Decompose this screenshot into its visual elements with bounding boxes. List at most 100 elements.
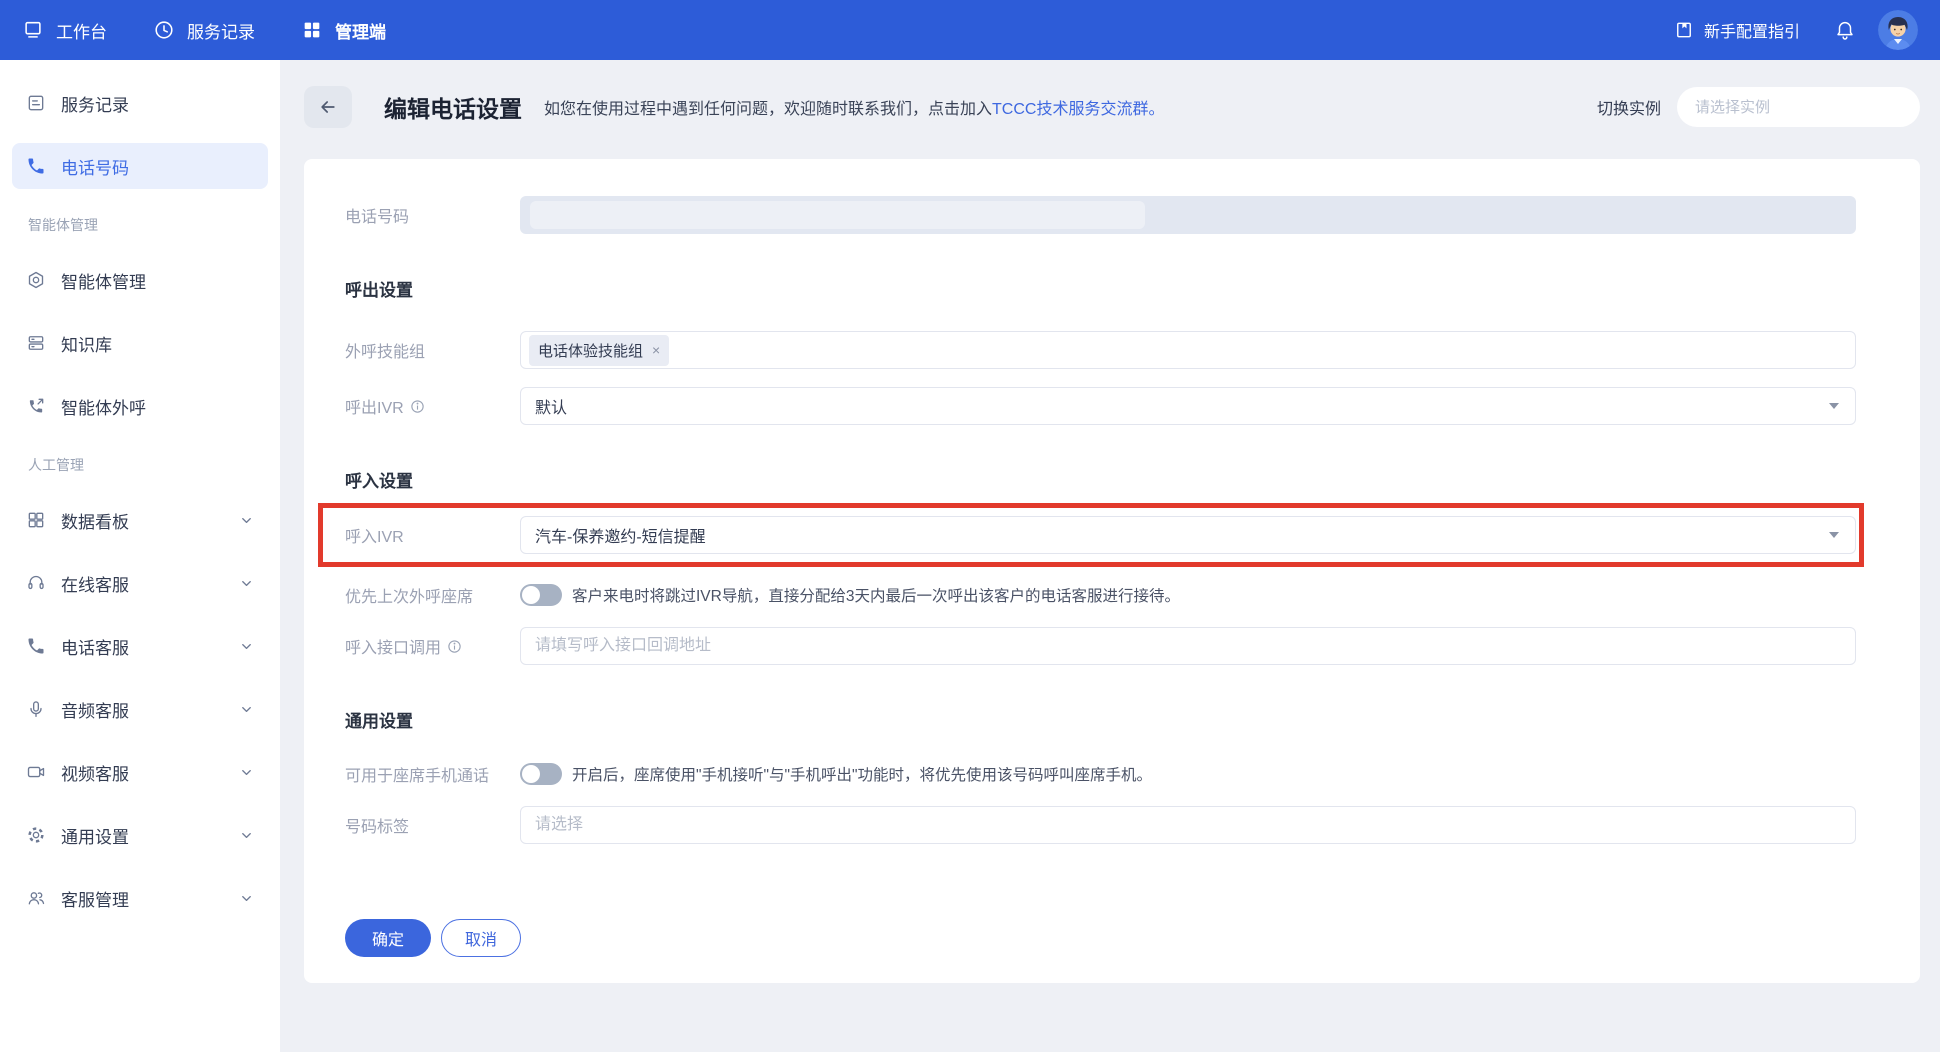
top-navbar: 工作台 服务记录 管理端 新手配置指引 — [0, 0, 1940, 60]
main-content: 编辑电话设置 如您在使用过程中遇到任何问题，欢迎随时联系我们，点击加入TCCC技… — [280, 60, 1940, 1052]
chevron-down-icon — [1829, 532, 1839, 538]
gear-icon — [28, 827, 44, 843]
chevron-down-icon — [239, 576, 254, 591]
confirm-button[interactable]: 确定 — [345, 919, 432, 957]
sidebar-item-label: 数据看板 — [61, 512, 129, 532]
outbound-ivr-value: 默认 — [535, 400, 568, 417]
sidebar-item-service-records[interactable]: 服务记录 — [12, 80, 268, 126]
outbound-skill-group-row: 外呼技能组 电话体验技能组 × — [345, 331, 1856, 369]
page-header: 编辑电话设置 如您在使用过程中遇到任何问题，欢迎随时联系我们，点击加入TCCC技… — [304, 85, 1920, 129]
grid-icon — [301, 19, 323, 41]
mobile-call-toggle[interactable] — [520, 763, 562, 785]
chevron-down-icon — [239, 702, 254, 717]
general-settings-title: 通用设置 — [345, 712, 413, 731]
tccc-group-link[interactable]: TCCC技术服务交流群。 — [992, 101, 1164, 118]
chevron-down-icon — [1829, 403, 1839, 409]
prefer-last-agent-toggle[interactable] — [520, 584, 562, 606]
mobile-call-label: 可用于座席手机通话 — [345, 768, 490, 785]
sidebar-item-knowledge-base[interactable]: 知识库 — [12, 320, 268, 366]
beginner-guide-label: 新手配置指引 — [1703, 24, 1800, 41]
sidebar-item-audio-service[interactable]: 音频客服 — [12, 686, 268, 732]
number-tag-label: 号码标签 — [345, 819, 410, 836]
inbound-ivr-highlight-box: 呼入IVR 汽车-保养邀约-短信提醒 — [318, 503, 1864, 567]
inbound-callback-label-text: 呼入接口调用 — [345, 640, 442, 657]
outbound-ivr-label: 呼出IVR — [345, 394, 520, 418]
sidebar-group-label: 智能体管理 — [28, 217, 98, 233]
phone-number-label: 电话号码 — [345, 209, 410, 226]
info-icon — [447, 639, 462, 654]
nav-item-service-records[interactable]: 服务记录 — [153, 18, 255, 43]
nav-item-admin[interactable]: 管理端 — [301, 18, 386, 43]
inbound-callback-label: 呼入接口调用 — [345, 634, 520, 658]
outbound-ivr-row: 呼出IVR 默认 — [345, 387, 1856, 425]
dashboard-icon — [28, 512, 44, 528]
info-icon — [410, 399, 425, 414]
phone-number-field — [520, 196, 1856, 234]
phone-number-row: 电话号码 — [345, 196, 1856, 234]
sidebar-item-phone-service[interactable]: 电话客服 — [12, 623, 268, 669]
guide-book-icon — [1674, 20, 1694, 40]
sidebar: 服务记录 电话号码 智能体管理 智能体管理 知识库 智能体外呼 人工管理 数据看… — [0, 60, 280, 1052]
sidebar-item-label: 知识库 — [61, 335, 112, 355]
page-subtitle-text: 如您在使用过程中遇到任何问题，欢迎随时联系我们，点击加入 — [544, 101, 993, 118]
cancel-button[interactable]: 取消 — [441, 919, 522, 957]
back-button[interactable] — [304, 86, 352, 128]
sidebar-item-data-dashboard[interactable]: 数据看板 — [12, 497, 268, 543]
sidebar-item-label: 通用设置 — [61, 827, 129, 847]
remove-tag-icon[interactable]: × — [652, 343, 660, 357]
user-avatar[interactable] — [1878, 10, 1918, 50]
phone-out-icon — [29, 398, 44, 413]
switch-instance-select[interactable] — [1677, 87, 1920, 127]
inbound-ivr-select[interactable]: 汽车-保养邀约-短信提醒 — [520, 516, 1856, 554]
sidebar-item-label: 智能体管理 — [61, 272, 146, 292]
chevron-down-icon — [239, 891, 254, 906]
switch-instance: 切换实例 — [1597, 87, 1920, 127]
sidebar-item-agent-management[interactable]: 智能体管理 — [12, 257, 268, 303]
number-tag-row: 号码标签 — [345, 806, 1856, 844]
skill-group-tag-label: 电话体验技能组 — [538, 342, 644, 360]
outbound-skill-group-label: 外呼技能组 — [345, 344, 426, 361]
workbench-icon — [22, 19, 44, 41]
settings-card: 电话号码 呼出设置 外呼技能组 电话体验技能组 × 呼出IVR 默认 呼入设置 … — [304, 159, 1920, 983]
sidebar-item-video-service[interactable]: 视频客服 — [12, 749, 268, 795]
outbound-ivr-label-text: 呼出IVR — [345, 400, 404, 417]
mic-icon — [30, 701, 42, 717]
inbound-ivr-label: 呼入IVR — [345, 529, 404, 546]
chevron-down-icon — [239, 639, 254, 654]
inbound-ivr-row: 呼入IVR 汽车-保养邀约-短信提醒 — [345, 516, 1856, 554]
sidebar-item-agent-outbound[interactable]: 智能体外呼 — [12, 383, 268, 429]
phone-icon — [28, 638, 44, 654]
nav-item-workbench[interactable]: 工作台 — [22, 18, 107, 43]
inbound-ivr-value: 汽车-保养邀约-短信提醒 — [535, 529, 706, 546]
page-title: 编辑电话设置 — [384, 96, 522, 122]
sidebar-item-online-service[interactable]: 在线客服 — [12, 560, 268, 606]
beginner-guide-button[interactable]: 新手配置指引 — [1674, 18, 1800, 42]
sidebar-item-label: 客服管理 — [61, 890, 129, 910]
number-tag-input[interactable] — [520, 806, 1856, 844]
clock-icon — [153, 19, 175, 41]
sidebar-item-label: 视频客服 — [61, 764, 129, 784]
sidebar-item-phone-numbers[interactable]: 电话号码 — [12, 143, 268, 189]
page-subtitle: 如您在使用过程中遇到任何问题，欢迎随时联系我们，点击加入TCCC技术服务交流群。 — [544, 95, 1164, 119]
sidebar-item-general-settings[interactable]: 通用设置 — [12, 812, 268, 858]
nav-item-label: 服务记录 — [187, 22, 255, 42]
sidebar-item-label: 电话号码 — [61, 158, 129, 178]
sidebar-item-agent-admin[interactable]: 客服管理 — [12, 875, 268, 921]
mobile-call-desc: 开启后，座席使用"手机接听"与"手机呼出"功能时，将优先使用该号码呼叫座席手机。 — [572, 767, 1153, 784]
skill-group-tag: 电话体验技能组 × — [529, 334, 670, 366]
prefer-last-agent-desc: 客户来电时将跳过IVR导航，直接分配给3天内最后一次呼出该客户的电话客服进行接待… — [572, 588, 1180, 605]
people-icon — [28, 892, 45, 905]
outbound-ivr-select[interactable]: 默认 — [520, 387, 1856, 425]
sidebar-item-label: 音频客服 — [61, 701, 129, 721]
inbound-callback-input[interactable] — [520, 627, 1856, 665]
headset-icon — [28, 575, 44, 590]
outbound-skill-group-field[interactable]: 电话体验技能组 × — [520, 331, 1856, 369]
notification-bell-icon[interactable] — [1834, 19, 1856, 41]
app: 工作台 服务记录 管理端 新手配置指引 服务记录 电话号码 智能体管理 智能体管… — [0, 0, 1940, 1052]
nav-item-label: 管理端 — [335, 22, 386, 42]
form-actions: 确定 取消 — [345, 919, 1856, 957]
mobile-call-row: 可用于座席手机通话 开启后，座席使用"手机接听"与"手机呼出"功能时，将优先使用… — [345, 762, 1856, 786]
video-icon — [27, 766, 45, 778]
arrow-left-icon — [321, 101, 335, 113]
chevron-down-icon — [239, 765, 254, 780]
